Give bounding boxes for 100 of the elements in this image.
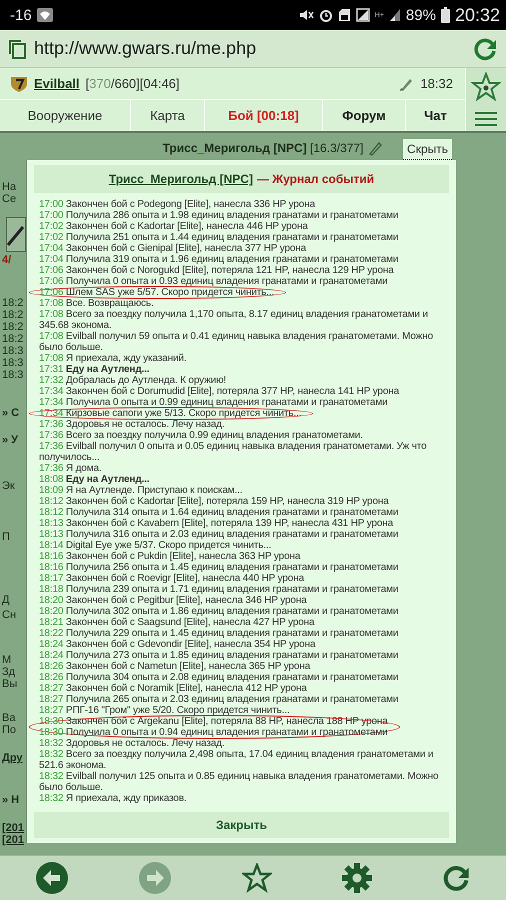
dialog-title-text: — Журнал событий	[256, 172, 374, 186]
alarm-icon	[318, 8, 333, 22]
log-entry: 18:26 Закончен бой с Nametun [Elite], нанесла 365 HP урона	[39, 661, 312, 672]
log-entry: 18:16 Закончен бой с Pukdin [Elite], нанесла 363 HP урона	[39, 551, 302, 562]
log-entry: 18:12 Получила 314 опыта и 1.64 единиц владения гранатами и гранатометами	[39, 507, 400, 518]
page-text: Вы	[2, 678, 18, 690]
log-entry: 18:09 Я на Аутленде. Приступаю к поискам...	[39, 485, 244, 496]
log-entry: 18:32 Я приехала, жду приказов.	[39, 793, 188, 804]
log-entry: 18:27 Получила 265 опыта и 2.03 единиц владения гранатами и гранатометами	[39, 694, 400, 705]
section-heading: » Н	[2, 794, 20, 806]
npc-link[interactable]: Трисс_Меригольд [NPC]	[108, 172, 253, 186]
log-entry: 17:32 Добралась до Аутленда. К оружию!	[39, 375, 228, 386]
settings-icon[interactable]	[342, 863, 372, 893]
log-entry: 18:24 Закончен бой с Gdevondir [Elite], нанесла 354 HP урона	[39, 639, 316, 650]
player-stats-text: [370/660][04:46]	[86, 76, 180, 91]
page-text: По	[2, 724, 16, 736]
page-link[interactable]: Дру	[2, 752, 23, 764]
page-text: На	[2, 181, 16, 193]
time-text: 18:2	[2, 309, 24, 321]
page-link[interactable]: [201	[2, 822, 24, 834]
page-link[interactable]: [201	[2, 834, 24, 846]
battery-icon	[440, 7, 450, 23]
page-text: 4/	[2, 254, 12, 266]
log-entry: 18:21 Закончен бой с Saagsund [Elite], нанесла 427 HP урона	[39, 617, 316, 628]
page-text: Д	[2, 594, 10, 606]
log-entry: 18:16 Получила 256 опыта и 1.45 единиц владения гранатами и гранатометами	[39, 562, 400, 573]
log-entry: 17:00 Закончен бой с Podegong [Elite], нанесла 336 HP урона	[39, 199, 316, 210]
star-icon[interactable]	[242, 863, 272, 893]
tabs-icon[interactable]	[8, 38, 26, 58]
log-entry: 18:20 Закончен бой с Pegitbur [Elite], нанесла 346 HP урона	[39, 595, 308, 606]
log-entry: 18:27 Закончен бой с Noramik [Elite], нанесла 412 HP урона	[39, 683, 308, 694]
signal-icon	[388, 8, 401, 22]
time-text: 18:2	[2, 297, 24, 309]
hide-link[interactable]: Скрыть	[403, 139, 452, 160]
log-entry: 17:34 Закончен бой с Dorumudid [Elite], потеряла 377 HP, нанесла 141 HP урона	[39, 386, 400, 397]
section-heading: » С	[2, 407, 20, 419]
pen-icon	[367, 140, 384, 156]
log-entry: 17:36 Всего за поездку получила 0.99 единиц владения гранатометами.	[39, 430, 364, 441]
time-text: 18:2	[2, 333, 24, 345]
battery-percent-text: 89%	[406, 6, 436, 24]
log-entry: 18:32 Здоровья не осталось. Лечу назад.	[39, 738, 226, 749]
page-text: М	[2, 654, 12, 666]
game-time-text: 18:32	[420, 76, 453, 91]
section-heading: » У	[2, 434, 18, 446]
log-entry: 17:06 Получила 0 опыта и 0.93 единиц владения гранатами и гранатометами	[39, 276, 389, 287]
log-entry: 17:36 Evilball получил 0 опыта и 0.05 единиц навыка владения гранатометами. Уж что получилось...	[39, 441, 428, 463]
log-entry: 18:32 Evilball получил 125 опыта и 0.85 единиц навыка владения гранатометами. Можно было больше.	[39, 771, 440, 793]
page-text: Се	[2, 193, 16, 205]
clock-text: 20:32	[454, 4, 500, 26]
rank-shield-icon	[10, 74, 28, 92]
log-entry: 17:02 Получила 251 опыта и 1.44 единиц владения гранатами и гранатометами	[39, 232, 400, 243]
weapon-icon[interactable]	[6, 217, 26, 252]
log-entry: 18:17 Закончен бой с Roevigr [Elite], нанесла 440 HP урона	[39, 573, 306, 584]
menu-icon[interactable]	[474, 110, 498, 127]
log-entry: 18:26 Получила 304 опыта и 2.08 единиц владения гранатами и гранатометами	[39, 672, 400, 683]
log-entry: 17:08 Evilball получил 59 опыта и 0.41 единиц навыка владения гранатометами. Можно было больше.	[39, 331, 434, 353]
npc-title-text: Трисс_Меригольд [NPC] [16.3/377]	[162, 141, 364, 155]
log-entry: 18:08 Еду на Аутленд...	[39, 474, 150, 485]
log-entry: 17:04 Закончен бой с Gienipal [Elite], нанесла 377 HP урона	[39, 243, 308, 254]
log-entry: 17:02 Закончен бой с Kadortar [Elite], нанесла 446 HP урона	[39, 221, 309, 232]
log-entry: 18:24 Получила 273 опыта и 1.85 единиц владения гранатами и гранатометами	[39, 650, 400, 661]
page-text: Эк	[2, 480, 15, 492]
temperature-text: -16	[10, 6, 32, 24]
log-entry: 17:34 Получила 0 опыта и 0.99 единиц владения гранатами и гранатометами	[39, 397, 389, 408]
log-entry: 18:20 Получила 302 опыта и 1.86 единиц владения гранатами и гранатометами	[39, 606, 400, 617]
back-icon[interactable]	[34, 861, 69, 895]
log-entry: 18:13 Закончен бой с Kavabern [Elite], потеряла 139 HP, нанесла 431 HP урона	[39, 518, 394, 529]
log-entry: 17:08 Я приехала, жду указаний.	[39, 353, 188, 364]
log-entry: 18:12 Закончен бой с Kadortar [Elite], потеряла 159 HP, нанесла 319 HP урона	[39, 496, 390, 507]
page-text: Ва	[2, 712, 16, 724]
log-entry: 18:27 РПГ-16 "Гром" уже 5/20. Скоро придется чинить...	[39, 705, 291, 716]
mute-icon	[298, 8, 314, 22]
reload-icon[interactable]	[472, 36, 498, 62]
star-icon[interactable]	[471, 72, 501, 102]
reload-icon[interactable]	[441, 863, 472, 893]
log-entry: 18:14 Digital Eye уже 5/37. Скоро придется чинить...	[39, 540, 272, 551]
log-entry: 17:04 Получила 319 опыта и 1.96 единиц владения гранатами и гранатометами	[39, 254, 400, 265]
log-entry: 17:06 Шлем SAS уже 5/57. Скоро придется чинить...	[39, 287, 443, 298]
page-text: П	[2, 531, 10, 543]
page-text: Зд	[2, 666, 16, 678]
log-entry: 18:13 Получила 316 опыта и 2.03 единиц владения гранатами и гранатометами	[39, 529, 400, 540]
wifi-icon	[36, 8, 53, 22]
log-entry: 17:06 Закончен бой с Norogukd [Elite], потеряла 121 HP, нанесла 129 HP урона	[39, 265, 395, 276]
log-entry: 18:22 Получила 229 опыта и 1.45 единиц владения гранатами и гранатометами	[39, 628, 400, 639]
image-icon	[356, 8, 370, 22]
log-entry: 17:36 Здоровья не осталось. Лечу назад.	[39, 419, 226, 430]
page-text: Сн	[2, 609, 16, 621]
log-entry: 17:31 Еду на Аутленд...	[39, 364, 150, 375]
close-button[interactable]: Закрыть	[34, 812, 449, 838]
time-text: 18:2	[2, 321, 24, 333]
log-entry: 17:00 Получила 286 опыта и 1.98 единиц владения гранатами и гранатометами	[39, 210, 400, 221]
log-entry: 18:32 Всего за поездку получила 2,498 опыта, 17.04 единиц владения гранатометами и 521.6 эконома.	[39, 749, 434, 771]
time-text: 18:3	[2, 369, 24, 381]
time-text: 18:3	[2, 357, 24, 369]
log-entry: 17:36 Я дома.	[39, 463, 102, 474]
log-entry: 17:08 Всего за поездку получила 1,170 опыта, 8.17 единиц владения гранатометами и 345.68 эконома.	[39, 309, 429, 331]
player-name-link[interactable]: Evilball	[34, 76, 80, 91]
time-text: 18:3	[2, 345, 24, 357]
log-entry: 18:18 Получила 239 опыта и 1.71 единиц владения гранатами и гранатометами	[39, 584, 400, 595]
log-entry: 17:34 Кирзовые сапоги уже 5/13. Скоро придется чинить...	[39, 408, 443, 419]
